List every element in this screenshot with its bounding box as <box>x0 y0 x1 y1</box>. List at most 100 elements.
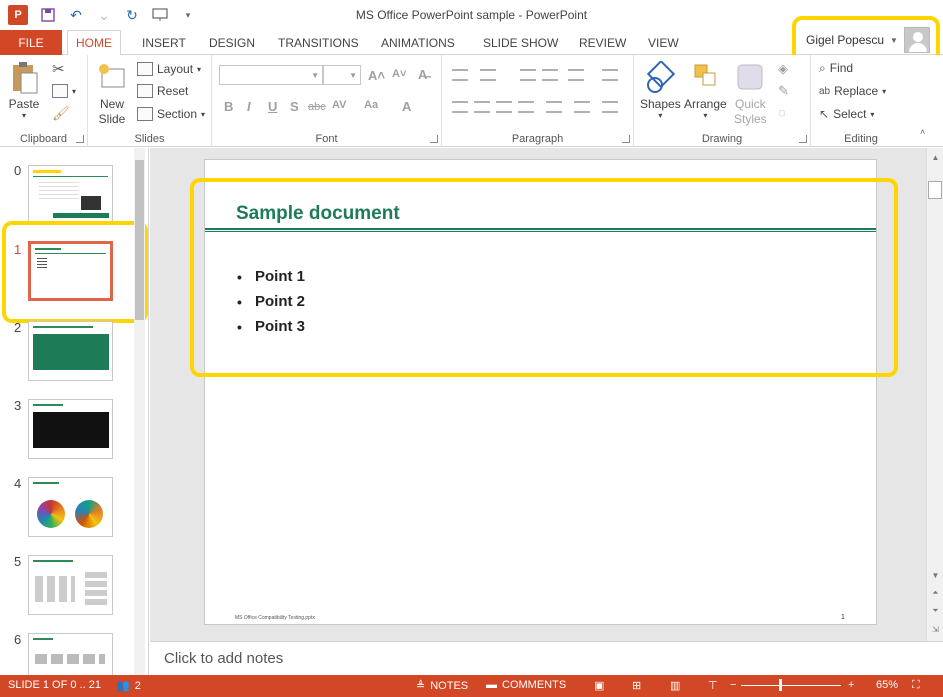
slide-thumbnail-2[interactable] <box>28 321 113 381</box>
smartart-icon[interactable] <box>602 101 618 113</box>
next-slide-icon[interactable]: ⏷ <box>927 604 943 618</box>
current-slide[interactable]: Sample document • Point 1 • Point 2 • Point… <box>204 159 877 625</box>
plus-icon: + <box>848 679 855 691</box>
slide-sorter-button[interactable]: ⊞ <box>632 679 641 692</box>
thumbnails-scroll-thumb[interactable] <box>135 160 144 320</box>
increase-indent-icon[interactable] <box>542 69 558 81</box>
justify-icon[interactable] <box>518 101 534 113</box>
character-spacing-icon[interactable]: AV <box>332 99 346 111</box>
change-case-icon[interactable]: Aa <box>364 99 378 111</box>
replace-button[interactable]: ab Replace ▾ <box>819 81 886 101</box>
editor-scroll-thumb[interactable] <box>928 181 942 199</box>
clear-formatting-icon[interactable]: A̶ <box>418 67 427 82</box>
bullets-icon[interactable] <box>452 69 468 81</box>
fit-slide-icon[interactable]: ⇲ <box>927 622 943 636</box>
slide-body[interactable]: • Point 1 • Point 2 • Point 3 <box>237 264 305 339</box>
thumb-title-bar <box>33 404 63 406</box>
numbering-icon[interactable] <box>480 69 496 81</box>
clipboard-launcher-icon[interactable] <box>76 135 84 143</box>
normal-view-button[interactable]: ▣ <box>594 679 604 692</box>
zoom-level[interactable]: 65% <box>876 679 898 691</box>
reading-view-button[interactable]: ▥ <box>670 679 680 692</box>
previous-slide-icon[interactable]: ⏶ <box>927 586 943 600</box>
tab-review[interactable]: REVIEW <box>571 30 634 55</box>
increase-font-icon[interactable]: A˄ <box>368 68 385 83</box>
font-launcher-icon[interactable] <box>430 135 438 143</box>
authors-indicator[interactable]: 👥 2 <box>116 679 141 693</box>
slide-thumbnail-5[interactable] <box>28 555 113 615</box>
find-button[interactable]: ⌕ Find <box>819 58 853 78</box>
section-button[interactable]: Section ▾ <box>137 104 205 124</box>
shadow-icon[interactable]: S <box>290 99 299 114</box>
underline-icon[interactable]: U <box>268 99 277 114</box>
zoom-out-button[interactable]: − <box>730 679 736 691</box>
paragraph-launcher-icon[interactable] <box>622 135 630 143</box>
italic-icon[interactable]: I <box>247 99 251 114</box>
collapse-ribbon-icon[interactable]: ˄ <box>920 127 925 137</box>
arrange-button[interactable]: Arrange ▾ <box>684 61 727 120</box>
slide-thumbnail-1[interactable] <box>28 241 113 301</box>
shape-effects-icon[interactable]: ◌ <box>778 105 786 120</box>
thumb-table <box>33 334 109 370</box>
font-size-select[interactable]: ▼ <box>323 65 361 85</box>
slide-thumbnail-3[interactable] <box>28 399 113 459</box>
slide-thumbnail-4[interactable] <box>28 477 113 537</box>
thumb-rule <box>35 253 106 254</box>
thumbnails-scrollbar[interactable] <box>134 148 145 675</box>
paste-icon <box>13 62 38 94</box>
line-spacing-icon[interactable] <box>568 69 584 81</box>
shapes-button[interactable]: Shapes ▾ <box>640 61 681 120</box>
new-slide-button[interactable]: New Slide <box>96 61 128 127</box>
zoom-slider-track[interactable] <box>741 685 841 686</box>
tab-animations[interactable]: ANIMATIONS <box>373 30 463 55</box>
align-center-icon[interactable] <box>474 101 490 113</box>
comments-button[interactable]: ▬ COMMENTS <box>486 679 566 691</box>
slide-title[interactable]: Sample document <box>236 203 400 225</box>
slide-thumbnail-0[interactable] <box>28 165 113 225</box>
tab-slide-show[interactable]: SLIDE SHOW <box>475 30 566 55</box>
tab-file[interactable]: FILE <box>0 30 62 55</box>
font-family-select[interactable]: ▼ <box>219 65 323 85</box>
quick-styles-button[interactable]: Quick Styles <box>734 61 767 127</box>
scroll-down-icon[interactable]: ▼ <box>927 568 943 582</box>
copy-button[interactable]: ▾ <box>52 81 76 101</box>
text-direction-icon[interactable] <box>602 69 618 81</box>
decrease-font-icon[interactable]: A˅ <box>392 68 406 80</box>
shape-outline-icon[interactable]: ✎ <box>778 83 789 99</box>
bold-icon[interactable]: B <box>224 99 233 114</box>
fit-to-window-button[interactable]: ⛶ <box>912 679 920 692</box>
select-button[interactable]: ↖ Select ▾ <box>819 104 874 124</box>
paste-button[interactable]: Paste ▾ <box>8 61 40 120</box>
tab-design[interactable]: DESIGN <box>201 30 263 55</box>
tab-home[interactable]: HOME <box>67 30 121 56</box>
notes-pane[interactable]: Click to add notes <box>150 641 943 675</box>
user-account[interactable]: Gigel Popescu ▼ <box>806 27 930 53</box>
slide-title-rule <box>205 228 876 230</box>
decrease-indent-icon[interactable] <box>520 69 536 81</box>
align-text-icon[interactable] <box>574 101 590 113</box>
format-painter-button[interactable]: 🖌 <box>52 103 70 123</box>
tab-transitions[interactable]: TRANSITIONS <box>270 30 367 55</box>
drawing-launcher-icon[interactable] <box>799 135 807 143</box>
chevron-down-icon: ▼ <box>890 35 898 45</box>
strikethrough-icon[interactable]: abc <box>308 101 326 113</box>
layout-button[interactable]: Layout ▾ <box>137 59 201 79</box>
zoom-slider-knob[interactable] <box>779 679 782 691</box>
slide-thumbnail-6[interactable] <box>28 633 113 675</box>
editor-scrollbar[interactable]: ▲ ▼ ⏶ ⏷ ⇲ <box>926 148 943 641</box>
zoom-in-button[interactable]: + <box>848 679 854 691</box>
columns-icon[interactable] <box>546 101 562 113</box>
avatar <box>903 27 930 53</box>
align-right-icon[interactable] <box>496 101 512 113</box>
tab-insert[interactable]: INSERT <box>134 30 194 55</box>
reset-button[interactable]: Reset <box>137 81 188 101</box>
notes-button[interactable]: ≜ NOTES <box>416 679 468 693</box>
shape-fill-icon[interactable]: ◈ <box>778 61 788 77</box>
slide-show-button[interactable]: ⊤ <box>708 679 718 692</box>
cut-button[interactable]: ✂ <box>52 59 65 79</box>
window-title: MS Office PowerPoint sample - PowerPoint <box>355 8 588 22</box>
align-left-icon[interactable] <box>452 101 468 113</box>
tab-view[interactable]: VIEW <box>640 30 687 55</box>
scroll-up-icon[interactable]: ▲ <box>927 150 943 164</box>
font-color-icon[interactable]: A <box>402 99 411 114</box>
